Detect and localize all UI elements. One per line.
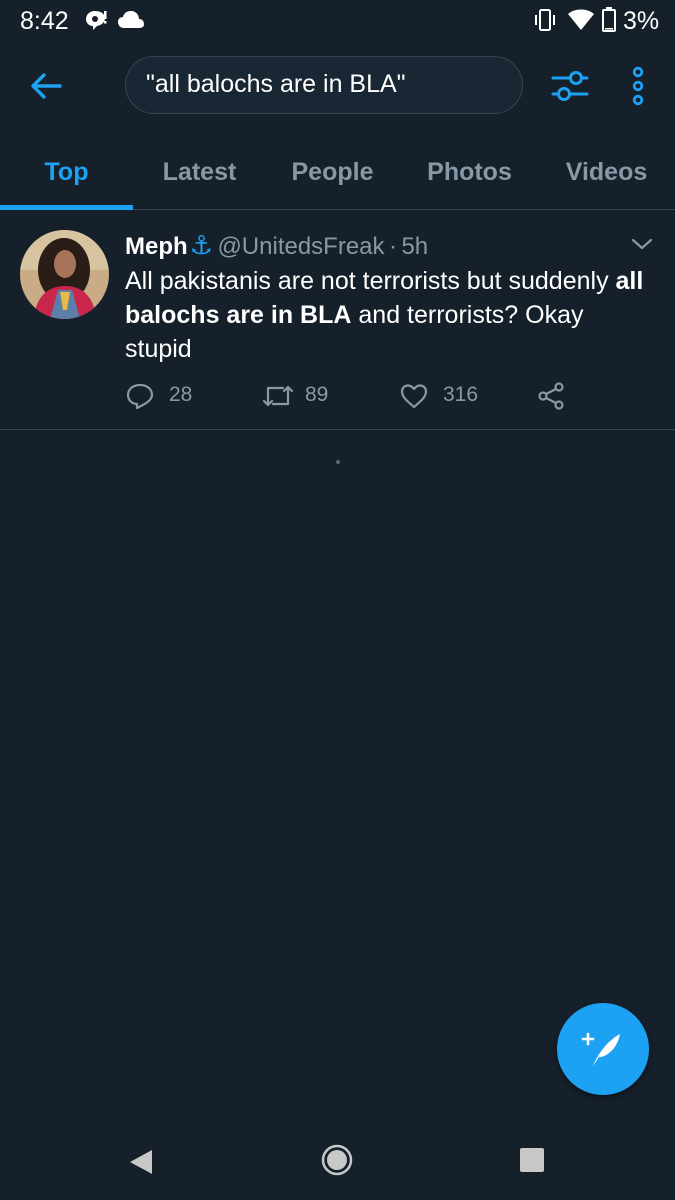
tweet-actions: 28 89 316: [125, 380, 655, 412]
heart-icon: [400, 384, 428, 409]
header-separator: ·: [388, 233, 397, 260]
tweet-header: Meph⚓ @UnitedsFreak · 5h: [125, 230, 428, 260]
like-count: 316: [443, 383, 479, 406]
retweet-button[interactable]: 89: [261, 380, 361, 412]
nav-back-icon[interactable]: [128, 1148, 154, 1176]
battery-percent: 3%: [623, 7, 660, 35]
retweet-count: 89: [305, 383, 329, 406]
compose-tweet-button[interactable]: [557, 1003, 649, 1095]
cloud-icon: [118, 11, 144, 28]
compose-feather-icon: [581, 1032, 620, 1066]
more-options-icon[interactable]: [628, 66, 648, 106]
status-bar: 8:42 3%: [0, 0, 675, 40]
tweet-text: All pakistanis are not terrorists but su…: [125, 264, 655, 366]
wifi-icon: [568, 9, 594, 30]
battery-icon: [602, 7, 616, 32]
share-button[interactable]: [537, 380, 567, 412]
nav-home-icon[interactable]: [321, 1144, 353, 1176]
tweet-author-handle[interactable]: @UnitedsFreak: [217, 233, 384, 260]
tweet-author-name[interactable]: Meph: [125, 233, 188, 260]
retweet-icon: [262, 385, 294, 407]
tweet-text-start: All pakistanis are not terrorists but su…: [125, 267, 616, 295]
chevron-down-icon[interactable]: [630, 236, 654, 252]
back-arrow-icon[interactable]: [26, 68, 66, 104]
notification-icon: [86, 11, 107, 30]
search-query: "all balochs are in BLA": [146, 70, 406, 98]
tab-photos[interactable]: Photos: [402, 135, 537, 209]
avatar[interactable]: [20, 230, 109, 319]
filter-icon[interactable]: [550, 68, 590, 104]
reply-button[interactable]: 28: [125, 380, 215, 412]
search-tabs: Top Latest People Photos Videos: [0, 135, 675, 210]
tweet-timestamp: 5h: [401, 233, 429, 260]
anchor-emoji-icon: ⚓: [189, 230, 213, 260]
reply-count: 28: [169, 383, 193, 406]
tab-top[interactable]: Top: [0, 135, 133, 209]
status-time: 8:42: [20, 7, 69, 35]
tweet[interactable]: Meph⚓ @UnitedsFreak · 5h All pakistanis …: [0, 210, 675, 430]
vibrate-icon: [535, 9, 555, 31]
share-icon: [538, 382, 564, 410]
tab-videos[interactable]: Videos: [538, 135, 675, 209]
reply-icon: [126, 383, 154, 410]
like-button[interactable]: 316: [399, 380, 509, 412]
avatar-image: [20, 230, 109, 319]
tab-latest[interactable]: Latest: [133, 135, 266, 209]
system-nav-bar: [0, 1120, 675, 1200]
nav-recents-icon[interactable]: [520, 1148, 544, 1172]
search-input[interactable]: "all balochs are in BLA": [125, 56, 523, 114]
tab-people[interactable]: People: [266, 135, 399, 209]
search-app-bar: "all balochs are in BLA": [0, 40, 675, 135]
loading-indicator: [336, 460, 340, 464]
